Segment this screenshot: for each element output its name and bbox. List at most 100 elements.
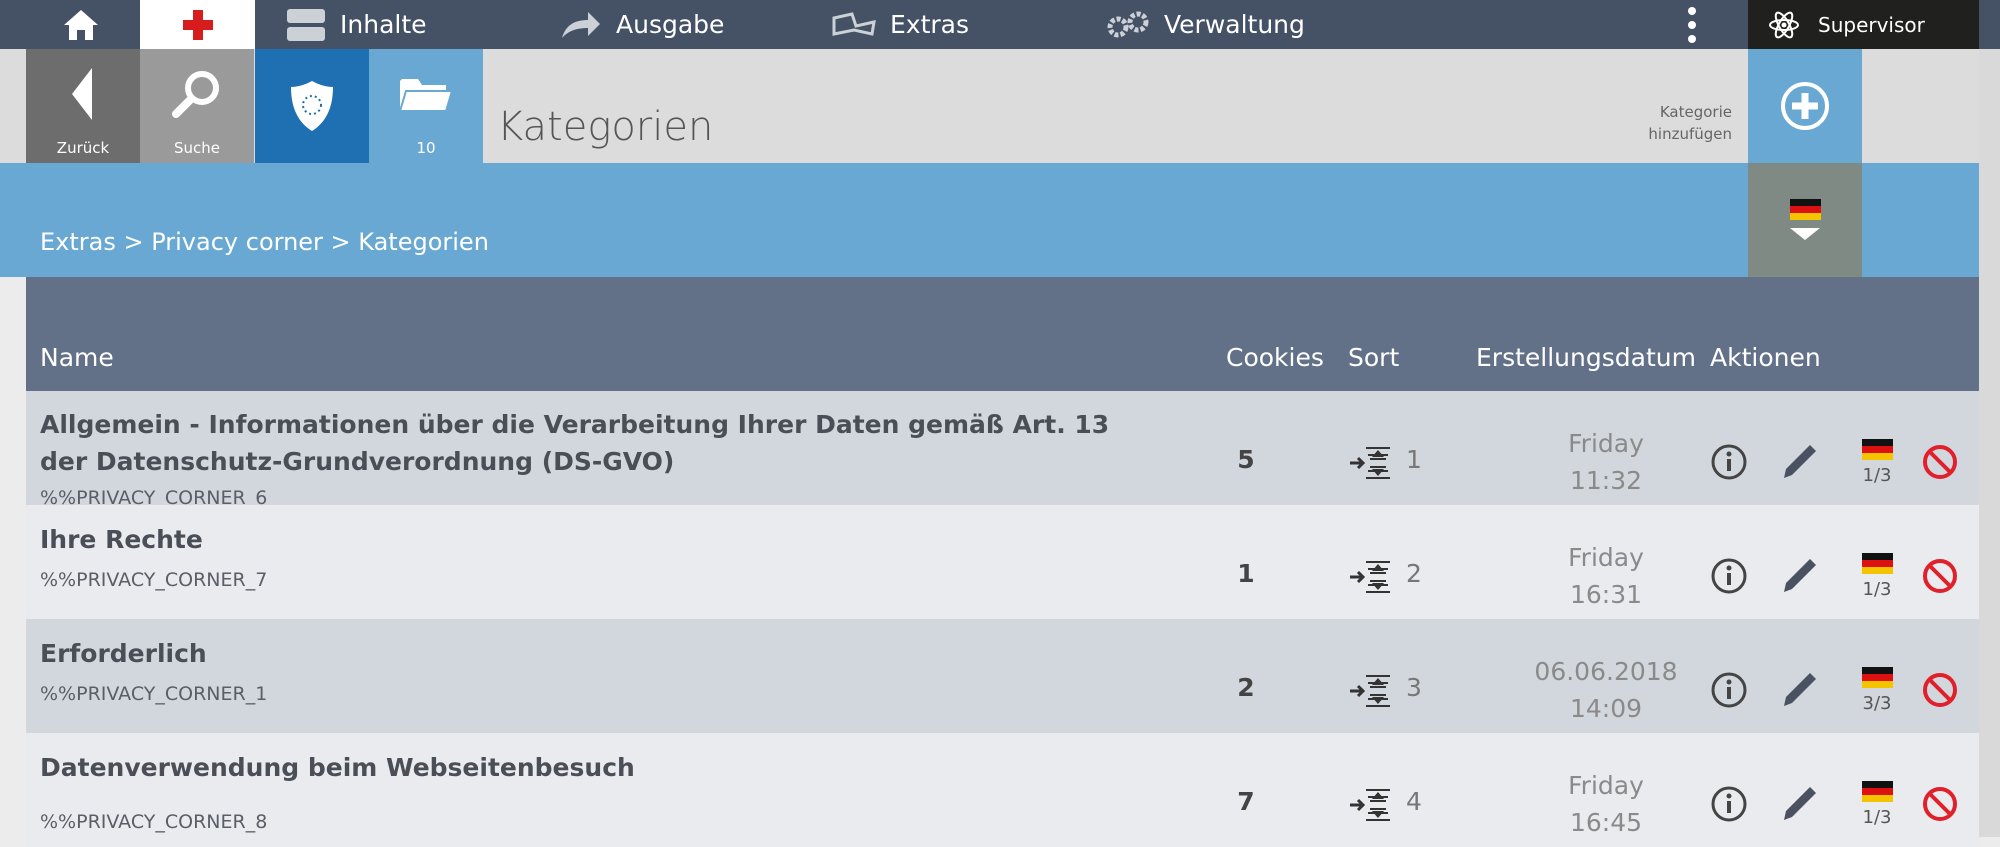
breadcrumb: Extras > Privacy corner > Kategorien (40, 228, 489, 256)
content-icon (286, 8, 326, 42)
chevron-down-icon (1790, 227, 1820, 240)
info-icon (1711, 672, 1747, 708)
german-flag-icon (1789, 198, 1821, 220)
page-title: Kategorien (497, 104, 714, 150)
edit-button[interactable] (1780, 557, 1818, 599)
category-key: %%PRIVACY_CORNER_1 (40, 683, 268, 705)
more-icon (1688, 6, 1696, 43)
home-button[interactable] (22, 0, 140, 49)
folder-button[interactable]: 10 (369, 49, 483, 163)
delete-icon (1923, 445, 1957, 479)
search-icon (171, 49, 223, 139)
language-count: 1/3 (1862, 465, 1892, 486)
nav-inhalte[interactable]: Inhalte (286, 0, 427, 49)
breadcrumb-bar (0, 163, 2000, 277)
delete-button[interactable] (1921, 443, 1959, 485)
folder-count: 10 (416, 139, 436, 157)
delete-button[interactable] (1921, 785, 1959, 827)
header-cookies[interactable]: Cookies (1226, 343, 1324, 372)
red-cross-icon (182, 9, 213, 40)
info-button[interactable] (1710, 443, 1748, 485)
german-flag-icon (1861, 553, 1893, 574)
info-icon (1711, 444, 1747, 480)
german-flag-icon (1861, 667, 1893, 688)
language-versions[interactable]: 1/3 (1852, 781, 1902, 828)
info-button[interactable] (1710, 557, 1748, 599)
pencil-icon (1784, 445, 1816, 478)
category-title[interactable]: Erforderlich (40, 635, 1140, 672)
language-count: 1/3 (1862, 807, 1892, 828)
add-category-label: Kategorie hinzufügen (1600, 101, 1732, 145)
delete-icon (1923, 559, 1957, 593)
category-key: %%PRIVACY_CORNER_7 (40, 569, 268, 591)
user-name: Supervisor (1818, 12, 1925, 37)
search-label: Suche (173, 139, 220, 157)
nav-ausgabe-label: Ausgabe (616, 10, 725, 39)
nav-extras[interactable]: Extras (832, 0, 969, 49)
add-category-button[interactable] (1748, 49, 1862, 163)
nav-verwaltung[interactable]: Verwaltung (1106, 0, 1305, 49)
gears-icon (1106, 11, 1150, 39)
header-date[interactable]: Erstellungsdatum (1476, 343, 1696, 372)
language-versions[interactable]: 3/3 (1852, 667, 1902, 714)
header-actions: Aktionen (1710, 343, 1821, 372)
header-name[interactable]: Name (40, 343, 114, 372)
nav-inhalte-label: Inhalte (340, 10, 427, 39)
language-count: 1/3 (1862, 579, 1892, 600)
pencil-icon (1784, 559, 1816, 592)
user-menu[interactable]: Supervisor (1748, 0, 1979, 49)
plus-circle-icon (1781, 82, 1829, 130)
sort-number: 4 (1406, 787, 1422, 816)
scrollbar-track[interactable] (1979, 49, 2000, 837)
table-row: Allgemein - Informationen über die Verar… (26, 391, 1979, 509)
info-icon (1711, 786, 1747, 822)
share-icon (560, 10, 602, 40)
nav-ausgabe[interactable]: Ausgabe (560, 0, 724, 49)
home-icon (64, 9, 98, 40)
privacy-shield-button[interactable] (255, 49, 369, 163)
sort-icon[interactable] (1348, 787, 1392, 827)
category-title[interactable]: Datenverwendung beim Webseitenbesuch (40, 749, 1140, 786)
edit-button[interactable] (1780, 671, 1818, 713)
cookies-count: 5 (1237, 445, 1255, 474)
delete-button[interactable] (1921, 557, 1959, 599)
shield-icon (289, 49, 335, 163)
header-sort[interactable]: Sort (1348, 343, 1399, 372)
nav-extras-label: Extras (890, 10, 970, 39)
sort-icon[interactable] (1348, 559, 1392, 599)
category-title[interactable]: Ihre Rechte (40, 521, 1140, 558)
table-row: Ihre Rechte %%PRIVACY_CORNER_7 1 2 Frida… (26, 505, 1979, 619)
german-flag-icon (1861, 781, 1893, 802)
delete-button[interactable] (1921, 671, 1959, 713)
cookies-count: 1 (1237, 559, 1255, 588)
atom-icon (1768, 9, 1800, 41)
back-button[interactable]: Zurück (26, 49, 140, 163)
sort-icon[interactable] (1348, 445, 1392, 485)
table-header: Name Cookies Sort Erstellungsdatum Aktio… (26, 277, 1979, 391)
language-versions[interactable]: 1/3 (1852, 439, 1902, 486)
language-versions[interactable]: 1/3 (1852, 553, 1902, 600)
folder-icon (398, 49, 454, 139)
info-button[interactable] (1710, 671, 1748, 713)
pencil-icon (1784, 673, 1816, 706)
edit-button[interactable] (1780, 443, 1818, 485)
german-flag-icon (1861, 439, 1893, 460)
category-title[interactable]: Allgemein - Informationen über die Verar… (40, 406, 1140, 480)
cookies-count: 2 (1237, 673, 1255, 702)
nav-verwaltung-label: Verwaltung (1164, 10, 1305, 39)
delete-icon (1923, 673, 1957, 707)
info-icon (1711, 558, 1747, 594)
language-count: 3/3 (1862, 693, 1892, 714)
language-switch-button[interactable] (1748, 163, 1862, 277)
back-label: Zurück (56, 139, 110, 157)
back-icon (70, 49, 96, 139)
delete-icon (1923, 787, 1957, 821)
edit-button[interactable] (1780, 785, 1818, 827)
search-button[interactable]: Suche (140, 49, 254, 163)
sort-icon[interactable] (1348, 673, 1392, 713)
sort-number: 1 (1406, 445, 1422, 474)
sort-number: 2 (1406, 559, 1422, 588)
red-cross-button[interactable] (140, 0, 255, 49)
more-menu-button[interactable] (1680, 0, 1704, 49)
info-button[interactable] (1710, 785, 1748, 827)
